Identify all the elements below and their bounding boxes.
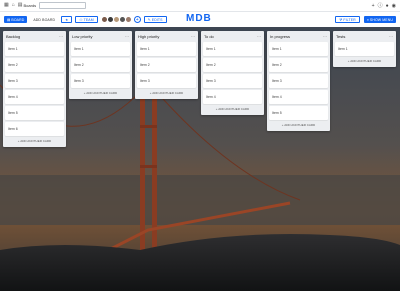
add-card-button[interactable]: + Add another card: [203, 105, 262, 113]
card[interactable]: Item 2: [5, 58, 64, 72]
card[interactable]: Item 5: [5, 106, 64, 120]
show-menu-button[interactable]: ≡ Show menu: [363, 16, 396, 23]
board-button[interactable]: ▤ Board: [4, 16, 28, 23]
board-toolbar: ▤ Board Add board ★ ⚇ Team + ✎ Edits MDB…: [0, 12, 400, 27]
list-backlog: Backlog ⋯ Item 1 Item 2 Item 3 Item 4 It…: [3, 31, 66, 147]
boards-link[interactable]: ▤ Boards: [17, 2, 37, 9]
member-avatars: [100, 16, 132, 23]
filter-button[interactable]: ⧩ Filter: [335, 16, 360, 23]
boards-icon: ▤: [17, 2, 23, 8]
card[interactable]: Item 1: [203, 42, 262, 56]
list-low-priority: Low priority ⋯ Item 1 Item 2 Item 3 + Ad…: [69, 31, 132, 99]
edit-label: Edits: [151, 17, 163, 22]
star-button[interactable]: ★: [61, 16, 73, 23]
team-label: Team: [83, 17, 94, 22]
card[interactable]: Item 4: [5, 90, 64, 104]
list-header: High priority ⋯: [137, 33, 196, 40]
card[interactable]: Item 1: [269, 42, 328, 56]
grid-icon[interactable]: ▦: [4, 3, 9, 8]
card[interactable]: Item 1: [335, 42, 394, 56]
menu-icon: ≡: [366, 17, 369, 22]
card[interactable]: Item 2: [137, 58, 196, 72]
list-header: To do ⋯: [203, 33, 262, 40]
add-card-button[interactable]: + Add another card: [269, 121, 328, 129]
add-member-button[interactable]: +: [133, 16, 141, 23]
list-title: Backlog: [6, 34, 21, 39]
card[interactable]: Item 4: [203, 90, 262, 104]
card[interactable]: Item 3: [5, 74, 64, 88]
ellipsis-icon[interactable]: ⋯: [323, 34, 327, 39]
search-input[interactable]: [39, 2, 87, 9]
edit-button[interactable]: ✎ Edits: [143, 16, 167, 23]
brand-logo: MDB: [186, 13, 212, 24]
list-header: Low priority ⋯: [71, 33, 130, 40]
card[interactable]: Item 2: [203, 58, 262, 72]
user-icon[interactable]: ◉: [392, 3, 396, 9]
add-board-label: Add board: [33, 17, 56, 22]
card[interactable]: Item 6: [5, 122, 64, 136]
add-card-button[interactable]: + Add another card: [5, 137, 64, 145]
list-title: To do: [204, 34, 214, 39]
board-icon: ▤: [7, 17, 11, 22]
ellipsis-icon[interactable]: ⋯: [257, 34, 261, 39]
filter-label: Filter: [343, 17, 356, 22]
list-title: High priority: [138, 34, 160, 39]
card[interactable]: Item 2: [71, 58, 130, 72]
list-header: In progress ⋯: [269, 33, 328, 40]
edit-icon: ✎: [147, 17, 151, 22]
team-button[interactable]: ⚇ Team: [75, 16, 98, 23]
ellipsis-icon[interactable]: ⋯: [191, 34, 195, 39]
add-card-button[interactable]: + Add another card: [71, 89, 130, 97]
list-in-progress: In progress ⋯ Item 1 Item 2 Item 3 Item …: [267, 31, 330, 131]
card[interactable]: Item 4: [269, 90, 328, 104]
add-card-button[interactable]: + Add another card: [137, 89, 196, 97]
board-button-label: Board: [11, 17, 25, 22]
list-high-priority: High priority ⋯ Item 1 Item 2 Item 3 + A…: [135, 31, 198, 99]
card[interactable]: Item 3: [71, 74, 130, 88]
list-to-do: To do ⋯ Item 1 Item 2 Item 3 Item 4 + Ad…: [201, 31, 264, 115]
list-title: Tests: [336, 34, 346, 39]
list-header: Tests ⋯: [335, 33, 394, 40]
filter-icon: ⧩: [339, 17, 343, 22]
star-icon: ★: [65, 17, 69, 22]
boards-label: Boards: [23, 3, 37, 8]
ellipsis-icon[interactable]: ⋯: [125, 34, 129, 39]
plus-icon[interactable]: +: [372, 3, 375, 9]
home-icon[interactable]: ⌂: [12, 3, 15, 8]
card[interactable]: Item 3: [269, 74, 328, 88]
bell-icon[interactable]: ●: [386, 3, 389, 9]
board-lists: Backlog ⋯ Item 1 Item 2 Item 3 Item 4 It…: [3, 31, 396, 147]
card[interactable]: Item 3: [203, 74, 262, 88]
top-navbar: ▦ ⌂ ▤ Boards + ⓘ ● ◉: [0, 0, 400, 12]
card[interactable]: Item 3: [137, 74, 196, 88]
team-icon: ⚇: [79, 17, 83, 22]
add-board-button[interactable]: Add board: [30, 16, 58, 23]
card[interactable]: Item 1: [137, 42, 196, 56]
card[interactable]: Item 5: [269, 106, 328, 120]
list-header: Backlog ⋯: [5, 33, 64, 40]
show-menu-label: Show menu: [369, 17, 393, 22]
card[interactable]: Item 1: [71, 42, 130, 56]
list-title: Low priority: [72, 34, 93, 39]
list-title: In progress: [270, 34, 291, 39]
list-tests: Tests ⋯ Item 1 + Add another card: [333, 31, 396, 67]
ellipsis-icon[interactable]: ⋯: [389, 34, 393, 39]
avatar[interactable]: [124, 16, 132, 23]
add-card-button[interactable]: + Add another card: [335, 57, 394, 65]
card[interactable]: Item 1: [5, 42, 64, 56]
info-icon[interactable]: ⓘ: [378, 2, 383, 9]
card[interactable]: Item 2: [269, 58, 328, 72]
ellipsis-icon[interactable]: ⋯: [59, 34, 63, 39]
